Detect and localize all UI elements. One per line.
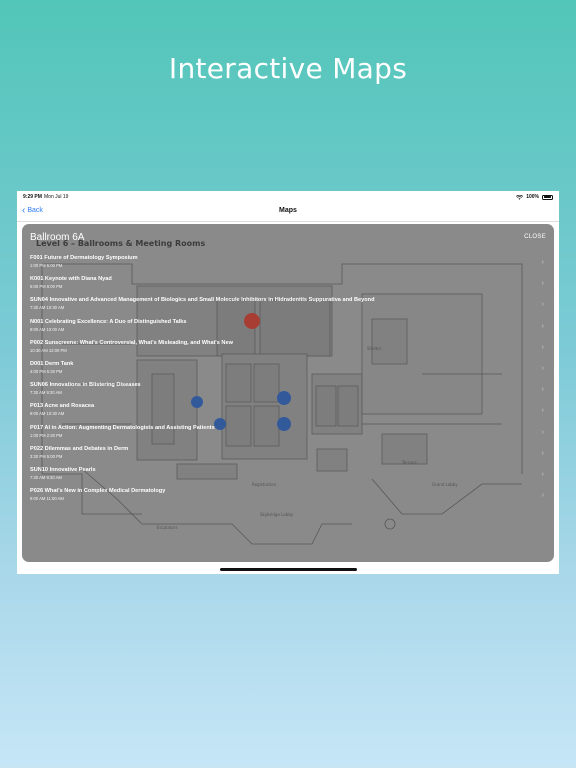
page-title: Maps [279, 207, 297, 214]
session-item[interactable]: K001 Keynote with Diana Nyad 5:00 PM 6:0… [30, 276, 546, 297]
navigation-bar: ‹ Back Maps [17, 203, 559, 222]
session-time: 1:00 PM 2:30 PM [30, 432, 63, 438]
session-time: 9:00 AM 10:30 AM [30, 411, 65, 417]
session-title: SUN10 Innovative Pearls [30, 466, 96, 473]
session-title: N001 Celebrating Excellence: A Duo of Di… [30, 318, 187, 325]
battery-percent: 100% [526, 194, 539, 200]
session-time: 9:00 AM 10:00 AM [30, 326, 65, 332]
session-item[interactable]: D001 Derm Tank 4:00 PM 5:30 PM › [30, 361, 546, 382]
session-time: 7:30 AM 9:30 AM [30, 390, 62, 396]
headline: Interactive Maps [168, 52, 408, 85]
status-right: 100% [516, 194, 553, 200]
chevron-right-icon: › [541, 386, 544, 394]
status-bar: 9:29 PM Mon Jul 19 100% [17, 191, 559, 203]
session-time: 1:00 PM 5:00 PM [30, 263, 63, 268]
session-time: 5:00 PM 6:00 PM [30, 284, 63, 290]
session-title: P002 Sunscreens: What's Controversial, W… [30, 339, 233, 346]
session-item[interactable]: P002 Sunscreens: What's Controversial, W… [30, 340, 546, 361]
session-item[interactable]: SUN10 Innovative Pearls 7:30 AM 9:30 AM … [30, 467, 546, 488]
chevron-right-icon: › [541, 492, 544, 500]
chevron-right-icon: › [541, 428, 544, 436]
battery-icon [542, 194, 553, 200]
chevron-right-icon: › [541, 322, 544, 330]
session-time: 10:30 AM 12:00 PM [30, 347, 67, 353]
session-title: P026 What's New in Complex Medical Derma… [30, 488, 166, 495]
session-item[interactable]: SUN06 Innovations in Blistering Diseases… [30, 382, 546, 403]
session-time: 4:00 PM 5:30 PM [30, 368, 63, 374]
session-title: K001 Keynote with Diana Nyad [30, 276, 112, 283]
chevron-right-icon: › [541, 470, 544, 478]
session-item[interactable]: P017 AI in Action: Augmenting Dermatolog… [30, 425, 546, 446]
session-item[interactable]: SUN04 Innovative and Advanced Management… [30, 297, 546, 318]
session-time: 3:30 PM 5:00 PM [30, 453, 63, 459]
chevron-right-icon: › [541, 301, 544, 309]
home-indicator[interactable] [220, 568, 357, 571]
session-time: 7:30 AM 9:30 AM [30, 474, 62, 480]
session-title: P022 Dilemmas and Debates in Derm [30, 445, 129, 452]
session-item[interactable]: P013 Acne and Rosacea 9:00 AM 10:30 AM › [30, 403, 546, 424]
chevron-right-icon: › [541, 449, 544, 457]
session-title: D001 Derm Tank [30, 360, 74, 367]
chevron-right-icon: › [541, 343, 544, 351]
room-map-card: Shelter Registration Skybridge Lobby Esc… [22, 224, 554, 562]
session-title: SUN06 Innovations in Blistering Diseases [30, 382, 141, 389]
close-button[interactable]: CLOSE [524, 234, 546, 240]
session-item[interactable]: P026 What's New in Complex Medical Derma… [30, 488, 546, 509]
chevron-right-icon: › [541, 280, 544, 288]
status-time: 9:29 PM [23, 194, 42, 200]
session-list: F001 Future of Dermatology Symposium 1:0… [30, 255, 546, 509]
chevron-right-icon: › [541, 259, 544, 266]
session-title: P017 AI in Action: Augmenting Dermatolog… [30, 424, 215, 431]
ipad-screen: 9:29 PM Mon Jul 19 100% ‹ Back Maps Shel… [17, 191, 559, 574]
session-item[interactable]: P022 Dilemmas and Debates in Derm 3:30 P… [30, 446, 546, 467]
session-title: SUN04 Innovative and Advanced Management… [30, 297, 375, 304]
wifi-icon [516, 194, 524, 200]
session-title: P013 Acne and Rosacea [30, 403, 95, 410]
status-date: Mon Jul 19 [44, 194, 69, 200]
session-time: 9:00 AM 11:00 AM [30, 496, 64, 502]
session-item[interactable]: F001 Future of Dermatology Symposium 1:0… [30, 255, 546, 276]
session-title: F001 Future of Dermatology Symposium [30, 255, 138, 261]
session-time: 7:30 AM 10:30 AM [30, 305, 65, 311]
session-item[interactable]: N001 Celebrating Excellence: A Duo of Di… [30, 319, 546, 340]
floor-plan-label: Level 6 – Ballrooms & Meeting Rooms [36, 239, 206, 248]
chevron-right-icon: › [541, 364, 544, 372]
chevron-right-icon: › [541, 407, 544, 415]
